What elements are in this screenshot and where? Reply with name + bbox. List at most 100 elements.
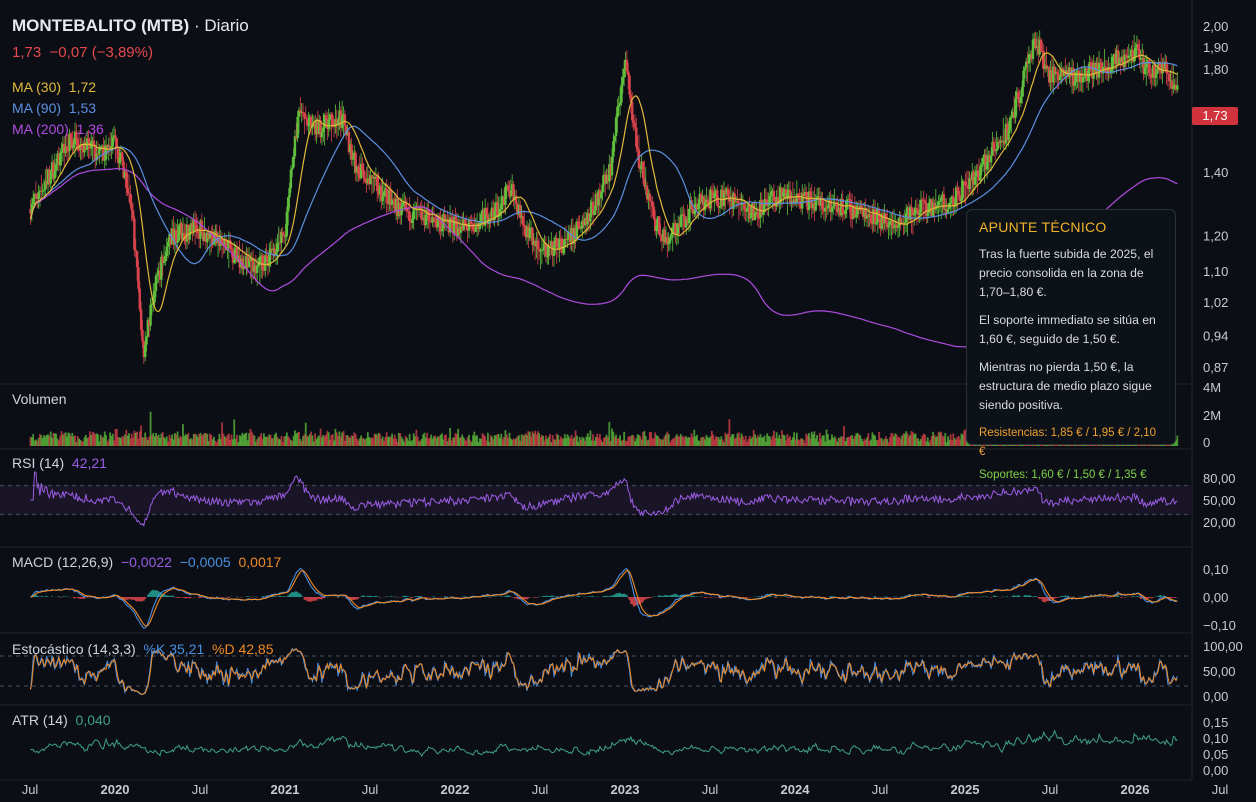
candle-body bbox=[749, 213, 753, 219]
candle-body bbox=[632, 120, 635, 123]
candle-body bbox=[1083, 76, 1086, 78]
candle-body bbox=[60, 151, 63, 153]
price-tick-label: 1,10 bbox=[1203, 264, 1228, 279]
time-tick-label: Jul bbox=[362, 782, 379, 797]
candle-body bbox=[281, 231, 285, 235]
candle-body bbox=[940, 197, 943, 202]
candle-body bbox=[965, 185, 969, 187]
macd-tick-label: 0,00 bbox=[1203, 590, 1228, 605]
price-tick-label: 0,87 bbox=[1203, 360, 1228, 375]
candle-body bbox=[141, 329, 144, 342]
macd-histogram-bar bbox=[144, 597, 146, 600]
price-tick-label: 2,00 bbox=[1203, 19, 1228, 34]
candle-body bbox=[636, 146, 639, 150]
macd-histogram-bar bbox=[538, 596, 540, 597]
candle-body bbox=[618, 102, 622, 106]
macd-histogram-bar bbox=[1137, 596, 1139, 597]
candle-body bbox=[601, 184, 604, 193]
candle-body bbox=[682, 214, 685, 217]
candle-body bbox=[697, 203, 700, 210]
rsi-tick-label: 80,00 bbox=[1203, 471, 1236, 486]
candle-body bbox=[139, 309, 143, 330]
candle-body bbox=[949, 202, 952, 204]
candle-body bbox=[450, 217, 453, 219]
candle-body bbox=[1128, 55, 1132, 57]
candle-body bbox=[989, 155, 993, 163]
candle-body bbox=[255, 265, 259, 273]
candle-body bbox=[133, 218, 136, 250]
candle-body bbox=[434, 218, 437, 222]
candle-body bbox=[1014, 98, 1017, 119]
macd-histogram-bar bbox=[1071, 597, 1073, 598]
candle-body bbox=[923, 200, 927, 204]
candle-body bbox=[891, 220, 894, 229]
candle-body bbox=[49, 170, 52, 184]
macd-histogram-bar bbox=[592, 596, 594, 597]
candle-body bbox=[320, 131, 324, 138]
candle-body bbox=[639, 167, 642, 169]
candle-body bbox=[303, 113, 306, 118]
candle-body bbox=[322, 127, 325, 132]
candle-body bbox=[938, 201, 942, 203]
candle-body bbox=[600, 192, 603, 199]
candle-body bbox=[904, 213, 908, 223]
candle-body bbox=[973, 176, 977, 185]
macd-histogram-bar bbox=[881, 597, 883, 598]
macd-histogram-bar bbox=[1006, 596, 1009, 597]
stoch-legend: Estocástico (14,3,3) %K 35,21 %D 42,85 bbox=[12, 641, 274, 657]
candle-body bbox=[166, 242, 170, 247]
candle-body bbox=[610, 156, 614, 176]
candle-body bbox=[471, 223, 475, 231]
candle-body bbox=[408, 211, 411, 222]
macd-histogram-bar bbox=[1117, 594, 1119, 597]
candle-body bbox=[772, 190, 776, 201]
price-tick-label: 1,80 bbox=[1203, 62, 1228, 77]
candle-body bbox=[563, 238, 566, 246]
candle-body bbox=[307, 125, 310, 127]
candle-body bbox=[1081, 77, 1085, 83]
candle-body bbox=[626, 71, 630, 76]
candle-body bbox=[53, 171, 56, 179]
volume-tick-label: 0 bbox=[1203, 435, 1210, 450]
candle-body bbox=[327, 119, 330, 129]
candle-body bbox=[376, 176, 379, 192]
candle-body bbox=[304, 117, 307, 119]
candle-body bbox=[479, 214, 483, 222]
candle-body bbox=[888, 221, 892, 225]
time-tick-label: Jul bbox=[1042, 782, 1059, 797]
time-tick-label: 2024 bbox=[781, 782, 811, 797]
candle-body bbox=[670, 233, 673, 238]
candle-body bbox=[616, 106, 619, 118]
candle-body bbox=[164, 255, 167, 262]
macd-histogram-bar bbox=[250, 597, 253, 598]
candle-body bbox=[143, 344, 147, 358]
rsi-tick-label: 50,00 bbox=[1203, 493, 1236, 508]
macd-histogram-bar bbox=[51, 596, 53, 597]
candle-body bbox=[131, 210, 135, 219]
macd-histogram-bar bbox=[1057, 597, 1060, 598]
candle-body bbox=[761, 212, 765, 215]
candle-body bbox=[1136, 44, 1140, 51]
candle-body bbox=[509, 195, 513, 197]
candle-body bbox=[826, 205, 830, 209]
candle-body bbox=[230, 248, 233, 250]
candle-body bbox=[288, 188, 291, 198]
macd-histogram-bar bbox=[487, 596, 489, 597]
candle-body bbox=[121, 152, 124, 162]
candle-body bbox=[293, 136, 297, 157]
candle-body bbox=[579, 228, 583, 230]
candle-body bbox=[830, 207, 834, 213]
candle-body bbox=[37, 192, 40, 200]
candle-body bbox=[892, 227, 896, 229]
candle-body bbox=[718, 205, 722, 208]
candle-body bbox=[305, 118, 309, 126]
candle-body bbox=[401, 202, 405, 207]
candle-body bbox=[649, 200, 653, 202]
candle-body bbox=[577, 221, 580, 226]
candle-body bbox=[463, 219, 467, 224]
technical-note-box: APUNTE TÉCNICO Tras la fuerte subida de … bbox=[966, 209, 1176, 481]
candle-body bbox=[440, 228, 444, 232]
macd-signal-line bbox=[30, 570, 1178, 627]
candle-body bbox=[41, 190, 44, 192]
candle-body bbox=[331, 115, 334, 126]
